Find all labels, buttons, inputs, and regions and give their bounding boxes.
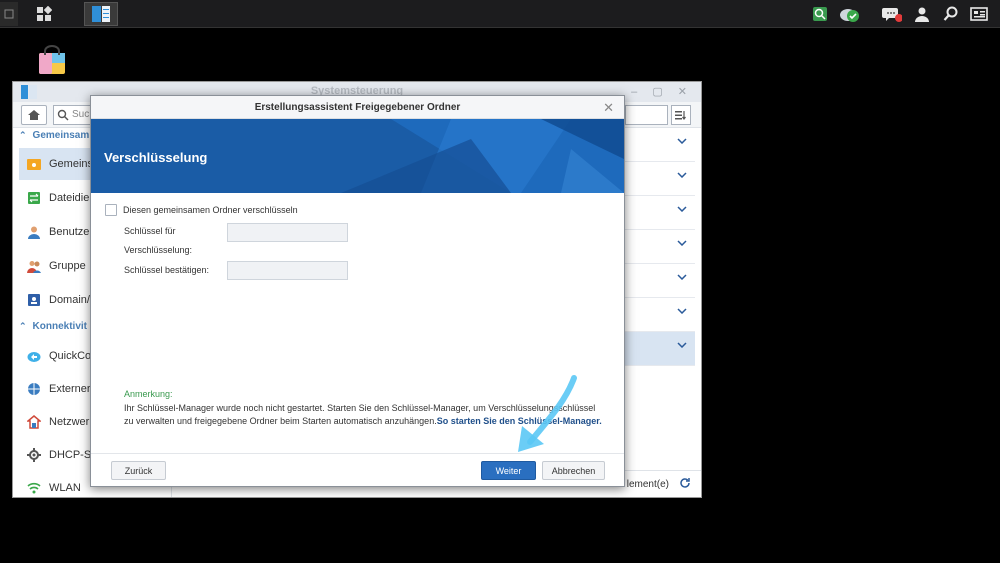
next-button[interactable]: Weiter: [481, 461, 536, 480]
shared-folder-wizard-dialog: Erstellungsassistent Freigegebener Ordne…: [90, 95, 625, 487]
main-menu-icon: [37, 6, 52, 21]
network-icon: [27, 415, 41, 429]
back-button[interactable]: Zurück: [111, 461, 166, 480]
cancel-button[interactable]: Abbrechen: [542, 461, 605, 480]
chat-notification-icon: [882, 8, 902, 22]
taskbar: [0, 0, 1000, 28]
sort-icon: [675, 111, 686, 120]
search-placeholder: Suc: [72, 109, 90, 120]
sidebar-item-label: Netzwerk: [49, 416, 95, 428]
sidebar-section-label: Konnektivit: [32, 321, 87, 332]
file-services-icon: [27, 191, 41, 205]
chevron-down-icon: [677, 274, 687, 280]
encryption-key-label: Schlüssel für Verschlüsselung:: [124, 222, 192, 260]
user-button[interactable]: [912, 4, 932, 24]
control-panel-icon: [92, 6, 110, 22]
encrypt-folder-checkbox[interactable]: [105, 204, 117, 216]
sidebar-item-label: WLAN: [49, 482, 81, 494]
search-icon: [57, 109, 69, 121]
sort-button[interactable]: [671, 105, 691, 125]
backup-status-button[interactable]: [839, 4, 859, 24]
wizard-banner: Verschlüsselung: [91, 119, 624, 193]
home-icon: [28, 110, 40, 120]
taskbar-control-panel-button[interactable]: [84, 2, 118, 26]
encrypt-folder-option[interactable]: Diesen gemeinsamen Ordner verschlüsseln: [105, 204, 298, 216]
wizard-body: Diesen gemeinsamen Ordner verschlüsseln …: [91, 193, 624, 453]
chevron-down-icon: [677, 240, 687, 246]
widgets-button[interactable]: [969, 4, 989, 24]
quickconnect-icon: [27, 349, 41, 363]
encryption-key-field[interactable]: [227, 223, 348, 242]
collapse-icon: ⌃: [19, 130, 27, 140]
wifi-icon: [27, 481, 41, 495]
notifications-button[interactable]: [882, 4, 902, 24]
chevron-down-icon: [677, 138, 687, 144]
window-controls[interactable]: – ▢ ✕: [631, 85, 693, 98]
refresh-icon[interactable]: [679, 477, 691, 489]
home-button[interactable]: [21, 105, 47, 125]
collapse-icon: ⌃: [19, 321, 27, 331]
dhcp-icon: [27, 448, 41, 462]
show-desktop-button[interactable]: [0, 2, 18, 26]
content-filter-input[interactable]: [625, 105, 668, 125]
main-menu-button[interactable]: [30, 2, 58, 26]
key-manager-help-link[interactable]: So starten Sie den Schlüssel-Manager.: [437, 416, 602, 426]
confirm-key-label: Schlüssel bestätigen:: [124, 265, 210, 275]
resource-monitor-button[interactable]: [810, 4, 830, 24]
chevron-down-icon: [677, 172, 687, 178]
sidebar-section-label: Gemeinsam: [32, 130, 90, 141]
note-text: Ihr Schlüssel-Manager wurde noch nicht g…: [124, 402, 604, 428]
user-icon: [915, 7, 929, 22]
cloud-check-icon: [840, 9, 859, 22]
note-title: Anmerkung:: [124, 389, 173, 399]
chevron-down-icon: [677, 206, 687, 212]
item-count: lement(e): [626, 479, 669, 490]
encryption-key-label-line1: Schlüssel für: [124, 226, 176, 236]
sidebar-item-label: Benutzer: [49, 226, 94, 238]
encryption-key-label-line2: Verschlüsselung:: [124, 245, 193, 255]
external-access-icon: [27, 382, 41, 396]
wizard-step-heading: Verschlüsselung: [104, 150, 208, 165]
desktop-icon: [4, 9, 14, 19]
group-icon: [27, 259, 41, 273]
chevron-down-icon: [677, 308, 687, 314]
shopping-bag-icon: [39, 45, 65, 74]
resource-monitor-icon: [813, 7, 827, 21]
sidebar-item-label: Gruppe: [49, 260, 86, 272]
wizard-titlebar: Erstellungsassistent Freigegebener Ordne…: [91, 96, 624, 119]
close-icon[interactable]: ✕: [603, 100, 614, 116]
package-center-desktop-icon[interactable]: [36, 44, 68, 76]
search-icon: [943, 6, 958, 21]
wizard-title: Erstellungsassistent Freigegebener Ordne…: [254, 102, 461, 113]
encrypt-folder-label: Diesen gemeinsamen Ordner verschlüsseln: [123, 205, 298, 215]
chevron-down-icon: [677, 342, 687, 348]
widgets-icon: [970, 7, 988, 21]
sidebar-item-label: Dateidien: [49, 192, 96, 204]
search-button[interactable]: [941, 4, 961, 24]
wizard-footer: Zurück Weiter Abbrechen: [91, 453, 624, 486]
domain-icon: [27, 293, 41, 307]
confirm-key-field[interactable]: [227, 261, 348, 280]
shared-folder-icon: [27, 157, 41, 171]
user-icon: [27, 225, 41, 239]
